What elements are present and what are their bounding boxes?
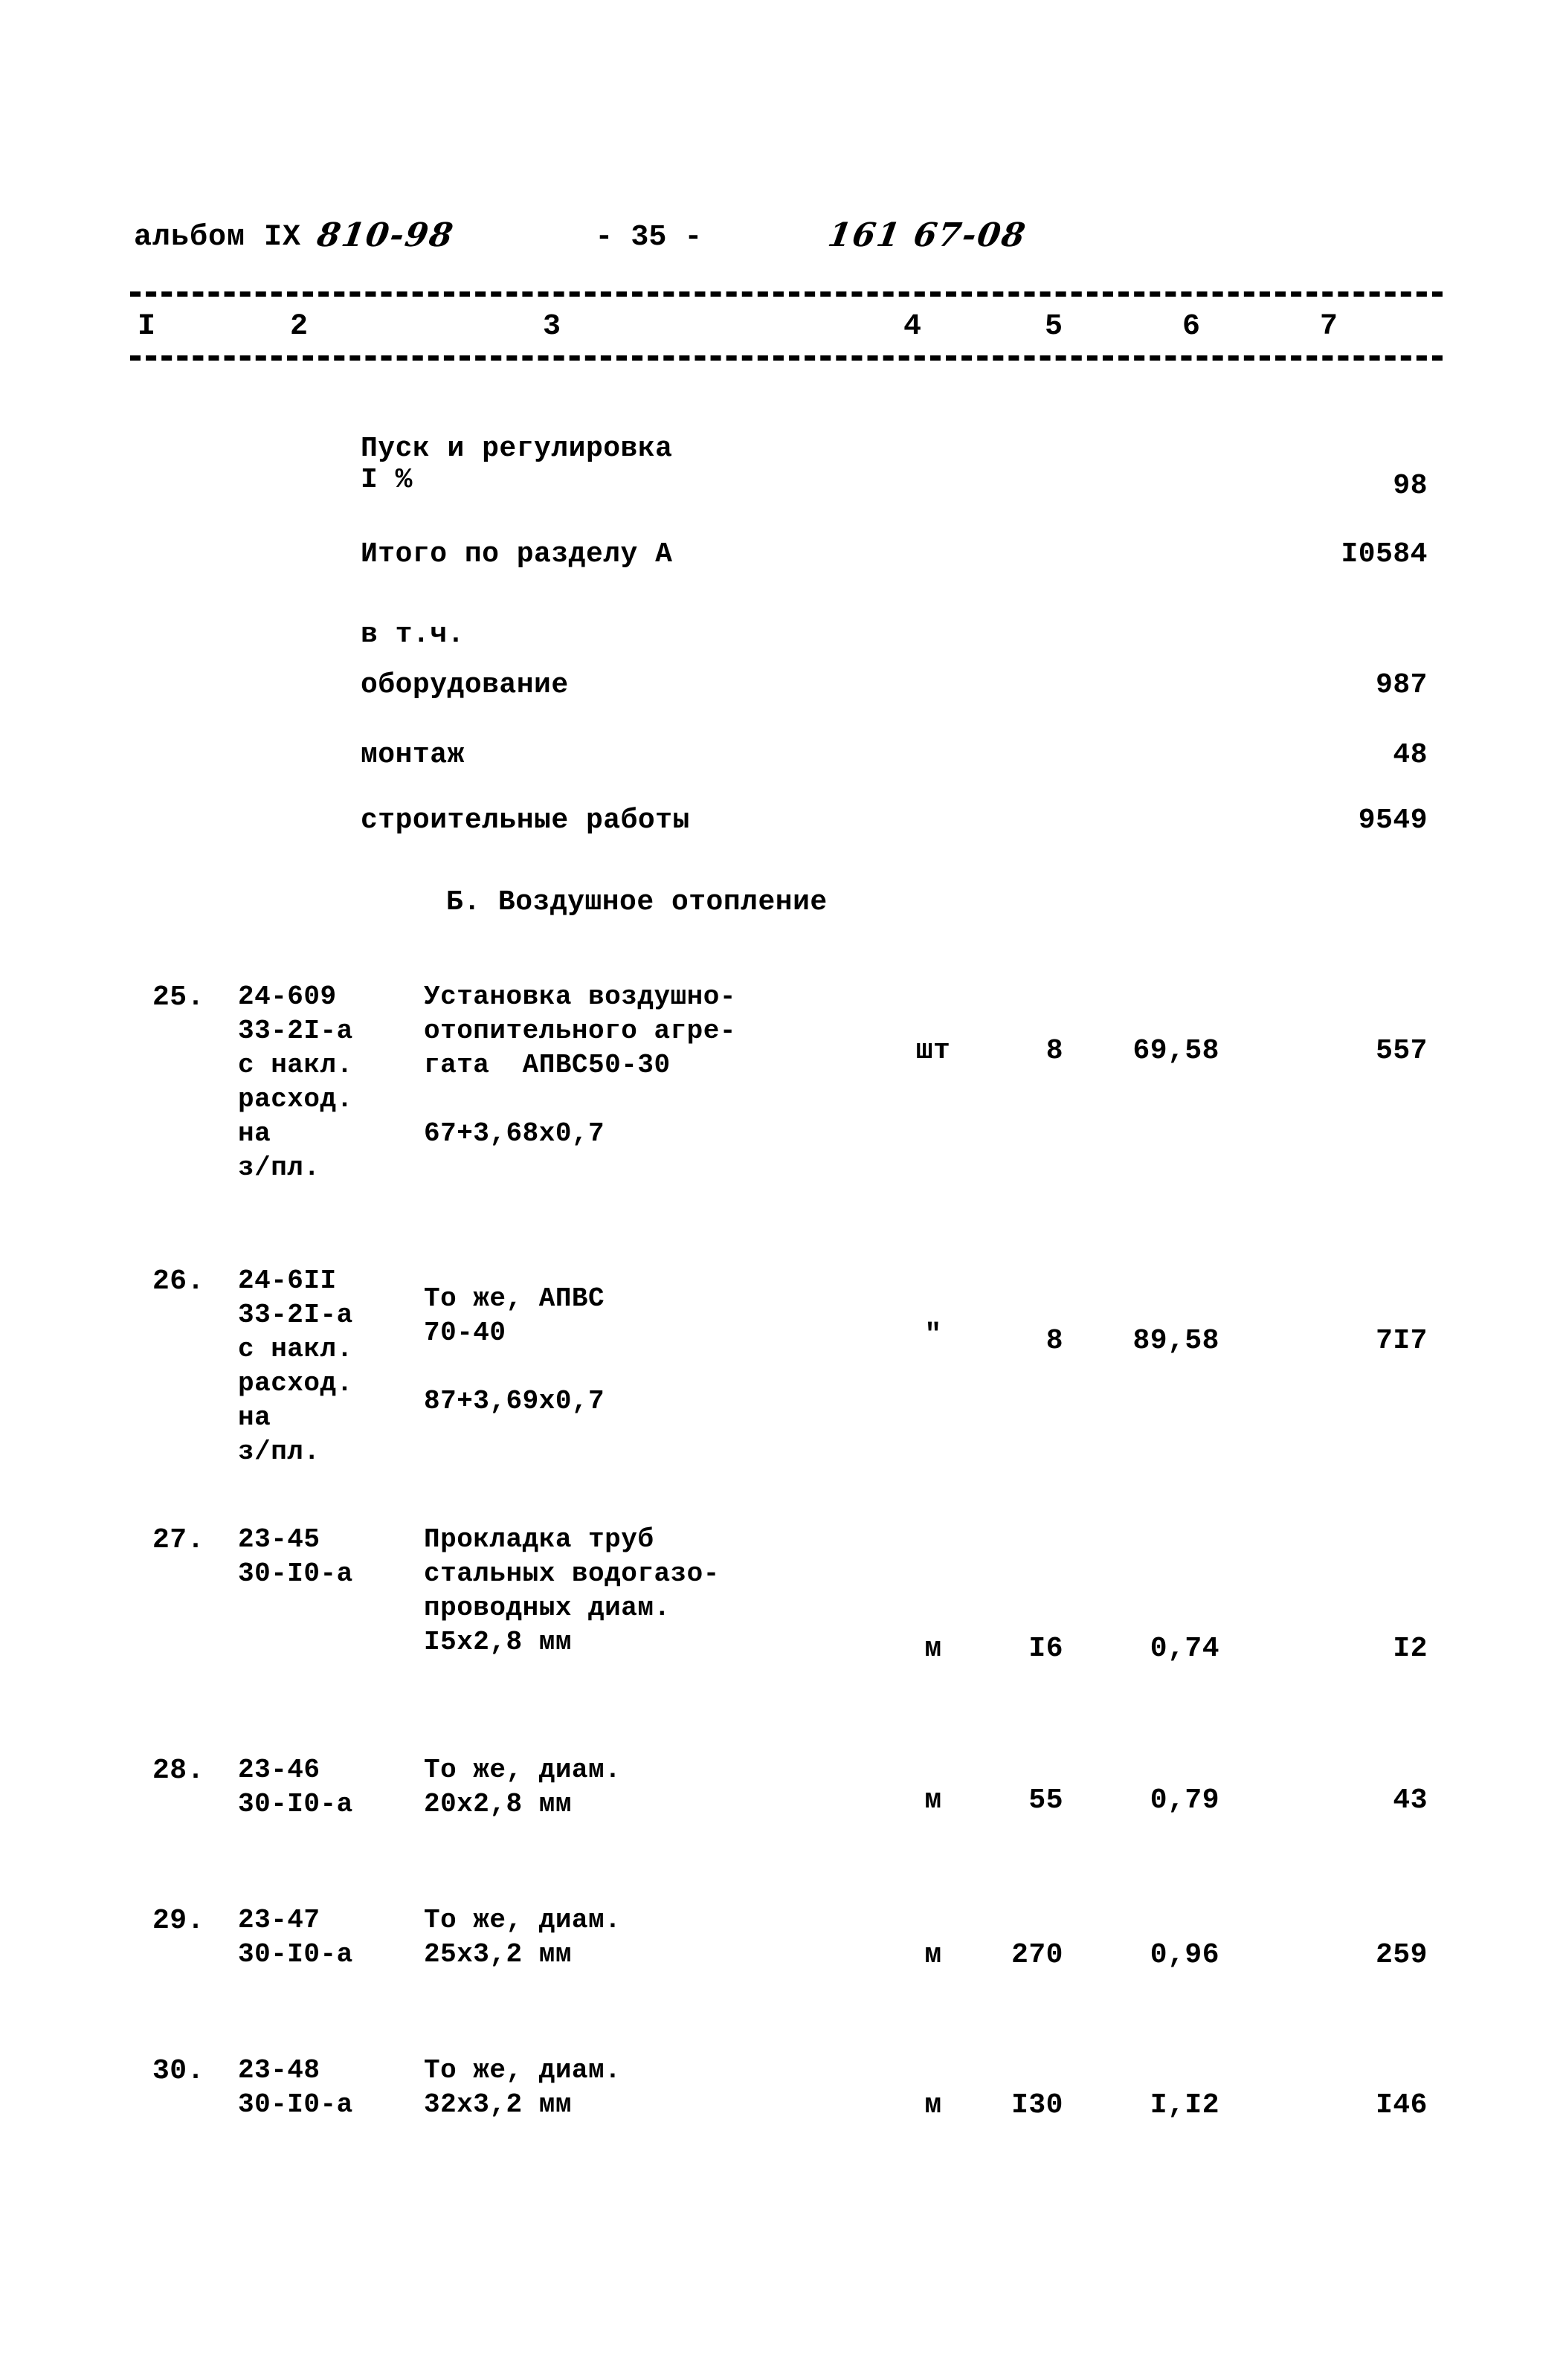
row-description: То же, АПВС 70-40 87+3,69х0,7 [424, 1282, 605, 1419]
breakdown-item-label-equipment: оборудование [361, 669, 569, 701]
breakdown-item-label-construction: строительные работы [361, 804, 690, 836]
row-code: 24-609 33-2I-а с накл. расход. на з/пл. [238, 980, 353, 1185]
startup-value: 98 [1393, 470, 1428, 502]
row-unit: шт [915, 1035, 951, 1067]
row-description-lines: Прокладка труб стальных водогазо- провод… [424, 1524, 720, 1657]
row-code: 24-6II 33-2I-а с накл. расход. на з/пл. [238, 1264, 353, 1469]
row-index: 29. [152, 1905, 204, 1937]
row-code-lines: 24-609 33-2I-а с накл. расход. на з/пл. [238, 981, 353, 1183]
row-unit-price: 0,74 [1150, 1633, 1219, 1665]
document-page: альбом IX 810-98 - 35 - 161 67-08 I 2 3 … [0, 0, 1563, 2380]
row-description: Установка воздушно- отопительного агре- … [424, 980, 736, 1151]
row-quantity: I6 [1028, 1633, 1063, 1665]
row-quantity: I30 [1011, 2089, 1063, 2121]
row-total-cost: 43 [1393, 1784, 1428, 1816]
breakdown-item-value-installation: 48 [1393, 739, 1428, 771]
row-code: 23-46 30-I0-а [238, 1753, 353, 1822]
row-description-lines: То же, диам. 20х2,8 мм [424, 1755, 622, 1819]
row-unit: м [924, 1939, 942, 1971]
table-rule-bottom [130, 355, 1443, 361]
row-code-lines: 23-45 30-I0-а [238, 1524, 353, 1589]
row-unit-price: 69,58 [1132, 1035, 1219, 1067]
startup-label-line2: I % [361, 464, 413, 496]
row-total-cost: 7I7 [1376, 1325, 1428, 1357]
row-description-lines: То же, АПВС 70-40 87+3,69х0,7 [424, 1283, 605, 1416]
row-description-lines: То же, диам. 32х3,2 мм [424, 2055, 622, 2120]
section-title: Б. Воздушное отопление [446, 886, 828, 918]
row-index: 25. [152, 981, 204, 1013]
table-rule-top [130, 291, 1443, 297]
row-total-cost: 557 [1376, 1035, 1428, 1067]
column-number-row: I 2 3 4 5 6 7 [130, 312, 1443, 354]
row-quantity: 270 [1011, 1939, 1063, 1971]
row-code-lines: 23-46 30-I0-а [238, 1755, 353, 1819]
document-code-handwritten: 161 67-08 [825, 216, 1030, 254]
row-unit: м [924, 1784, 942, 1816]
row-unit: м [924, 1633, 942, 1665]
row-code-lines: 24-6II 33-2I-а с накл. расход. на з/пл. [238, 1265, 353, 1467]
startup-label-line1: Пуск и регулировка [361, 433, 673, 465]
row-index: 28. [152, 1755, 204, 1787]
row-description: То же, диам. 32х3,2 мм [424, 2054, 621, 2122]
row-description: Прокладка труб стальных водогазо- провод… [424, 1523, 720, 1660]
column-number-6: 6 [1182, 310, 1201, 344]
row-quantity: 8 [1045, 1035, 1063, 1067]
row-code-lines: 23-48 30-I0-а [238, 2055, 353, 2120]
breakdown-label: в т.ч. [361, 619, 465, 651]
page-number: - 35 - [595, 221, 703, 254]
breakdown-item-label-installation: монтаж [361, 739, 465, 771]
album-code-handwritten: 810-98 [315, 216, 457, 254]
row-quantity: 8 [1045, 1325, 1063, 1357]
row-total-cost: 259 [1376, 1939, 1428, 1971]
row-unit-price: I,I2 [1150, 2089, 1219, 2121]
row-description: То же, диам. 25х3,2 мм [424, 1903, 621, 1972]
row-code: 23-47 30-I0-а [238, 1903, 353, 1972]
row-code: 23-45 30-I0-а [238, 1523, 353, 1591]
row-description-lines: Установка воздушно- отопительного агре- … [424, 981, 736, 1149]
row-total-cost: I2 [1393, 1633, 1428, 1665]
row-unit-price: 0,79 [1150, 1784, 1219, 1816]
column-number-2: 2 [290, 310, 309, 344]
row-total-cost: I46 [1376, 2089, 1428, 2121]
column-number-7: 7 [1320, 310, 1338, 344]
row-unit-price: 89,58 [1132, 1325, 1219, 1357]
row-unit: " [924, 1319, 942, 1351]
row-description: То же, диам. 20х2,8 мм [424, 1753, 621, 1822]
column-number-4: 4 [903, 310, 922, 344]
row-index: 30. [152, 2055, 204, 2087]
breakdown-item-value-construction: 9549 [1358, 804, 1428, 836]
row-unit-price: 0,96 [1150, 1939, 1219, 1971]
row-index: 26. [152, 1265, 204, 1297]
section-total-label: Итого по разделу А [361, 538, 673, 570]
column-number-5: 5 [1045, 310, 1063, 344]
row-quantity: 55 [1028, 1784, 1063, 1816]
album-label: альбом IX [134, 221, 302, 254]
row-index: 27. [152, 1524, 204, 1556]
column-number-3: 3 [543, 310, 561, 344]
row-description-lines: То же, диам. 25х3,2 мм [424, 1905, 622, 1970]
row-code: 23-48 30-I0-а [238, 2054, 353, 2122]
row-unit: м [924, 2089, 942, 2121]
column-number-1: I [138, 310, 156, 344]
breakdown-item-value-equipment: 987 [1376, 669, 1428, 701]
page-header: альбом IX 810-98 - 35 - 161 67-08 [134, 202, 1443, 254]
section-total-value: I0584 [1341, 538, 1428, 570]
row-code-lines: 23-47 30-I0-а [238, 1905, 353, 1970]
